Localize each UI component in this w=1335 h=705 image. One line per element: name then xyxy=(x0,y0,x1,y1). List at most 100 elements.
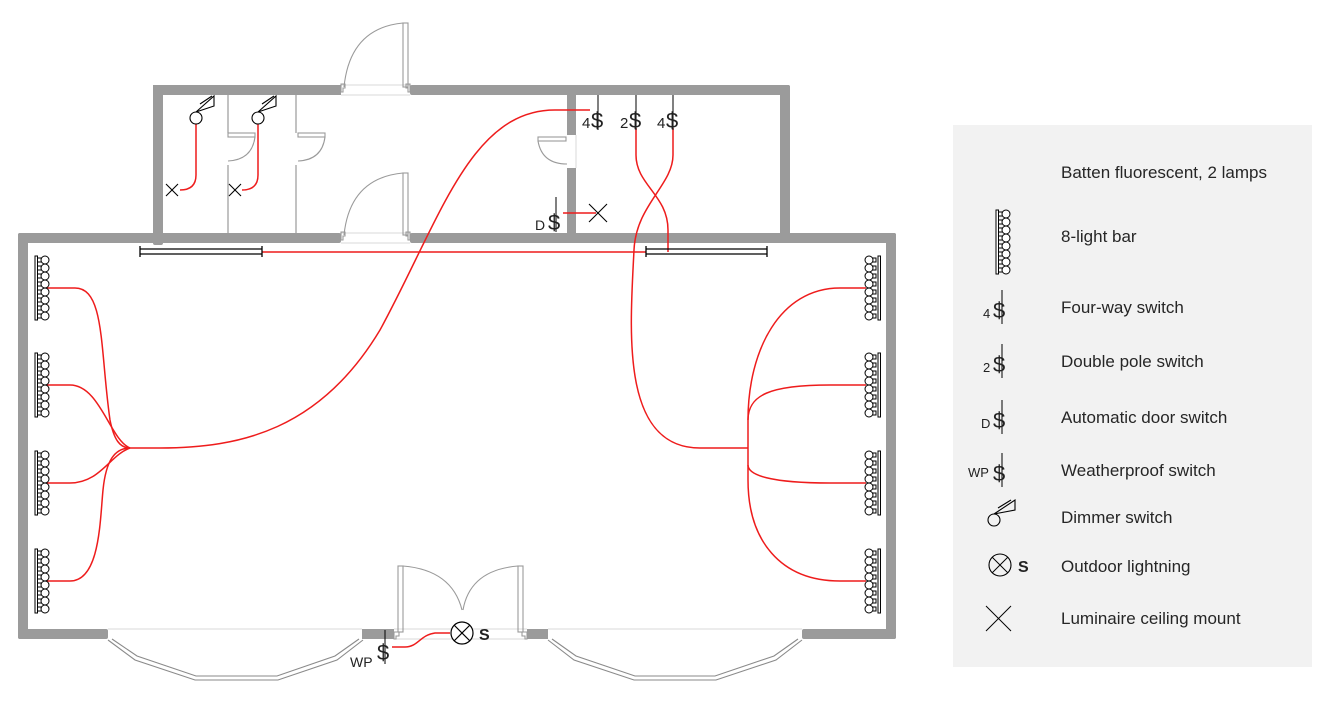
switch-prefix: WP xyxy=(968,465,989,480)
switch-prefix: 4 xyxy=(983,306,990,321)
wire-left-1 xyxy=(47,287,131,449)
luminaire-ceiling-mount-icon xyxy=(228,183,242,197)
door-annex-top[interactable] xyxy=(340,22,411,93)
legend-item-double-pole: 2 $ Double pole switch xyxy=(953,342,1312,382)
legend-light-bar xyxy=(995,209,1011,275)
door-annex-bottom[interactable] xyxy=(340,172,411,241)
wire-right-2 xyxy=(747,384,866,421)
wire-dimmer-2 xyxy=(241,124,259,191)
wall-annex-left xyxy=(153,85,163,245)
automatic-door-switch-icon: D $ xyxy=(981,400,1005,434)
wire-fourway-left xyxy=(130,109,590,449)
legend-label: Four-way switch xyxy=(1061,298,1184,317)
wire-fourway-right xyxy=(630,128,748,449)
openings xyxy=(108,84,802,640)
weatherproof-switch-icon: WP $ xyxy=(968,453,1005,487)
wall-main-bottom-1 xyxy=(18,629,108,639)
wall-annex-divider-lower xyxy=(567,168,576,238)
batten-fluorescent-icon xyxy=(953,153,1053,193)
legend-label: Luminaire ceiling mount xyxy=(1061,609,1241,628)
wire-dimmer-1 xyxy=(179,124,197,191)
light-bar-icon xyxy=(995,209,1011,275)
wire-left-4 xyxy=(47,447,131,582)
legend-item-four-way: 4 $ Four-way switch xyxy=(953,288,1312,328)
luminaire-ceiling-mount-icon xyxy=(985,605,1012,632)
legend-label: Dimmer switch xyxy=(1061,508,1173,527)
switch-prefix: 4 xyxy=(657,115,665,132)
wall-main-bottom-3 xyxy=(527,629,548,639)
bay-window-left xyxy=(107,638,364,681)
outdoor-s-label: S xyxy=(1018,559,1029,576)
wire-right-1 xyxy=(747,287,866,421)
bay-window-right xyxy=(547,638,803,681)
wire-weatherproof xyxy=(392,632,450,648)
switch-prefix: D xyxy=(981,416,990,431)
switch-prefix: D xyxy=(535,217,545,233)
legend-label: Weatherproof switch xyxy=(1061,461,1216,480)
dollar-icon: $ xyxy=(993,408,1005,433)
wiring xyxy=(47,109,866,648)
wall-annex-top-left xyxy=(153,85,341,95)
light-bars xyxy=(34,255,881,614)
switch-prefix: 4 xyxy=(582,115,590,132)
dollar-icon: $ xyxy=(548,210,560,235)
luminaire-ceiling-mount-icon xyxy=(165,183,179,197)
wall-main-right xyxy=(886,233,896,639)
wire-left-3 xyxy=(47,447,131,484)
legend-item-dimmer: Dimmer switch xyxy=(953,498,1312,538)
legend-label: 8-light bar xyxy=(1061,227,1137,246)
wire-right-4 xyxy=(747,479,866,582)
legend: Batten fluorescent, 2 lamps 8-light bar … xyxy=(953,125,1312,667)
door-entrance-right[interactable] xyxy=(462,565,528,640)
dollar-icon: $ xyxy=(993,298,1005,323)
switch-prefix: WP xyxy=(350,654,373,670)
light-bar-right-3 xyxy=(864,450,881,516)
batten-fluorescent-right xyxy=(645,246,768,257)
switch-prefix: 2 xyxy=(983,360,990,375)
wall-main-top-right xyxy=(410,233,896,243)
wall-main-left xyxy=(18,233,28,639)
switch-prefix: 2 xyxy=(620,115,628,132)
dimmer-switch-icon[interactable] xyxy=(189,94,215,125)
dollar-icon: $ xyxy=(377,640,389,665)
light-bar-left-4 xyxy=(34,548,50,614)
light-bar-left-3 xyxy=(34,450,50,516)
dollar-icon: $ xyxy=(629,108,641,133)
legend-item-outdoor: S Outdoor lightning xyxy=(953,547,1312,587)
floor-plan: 4 $ 2 $ 4 $ D $ WP $ S xyxy=(18,22,896,681)
batten-fluorescent-left xyxy=(139,246,263,257)
four-way-switch-right[interactable]: 4 $ xyxy=(657,95,678,133)
legend-label: Batten fluorescent, 2 lamps xyxy=(1061,163,1268,182)
legend-item-batten: Batten fluorescent, 2 lamps xyxy=(953,153,1312,193)
legend-item-luminaire: Luminaire ceiling mount xyxy=(953,599,1312,639)
wall-main-bottom-4 xyxy=(802,629,896,639)
door-stall-2[interactable] xyxy=(297,132,326,162)
legend-item-light-bar: 8-light bar xyxy=(953,209,1312,275)
bay-windows xyxy=(107,638,803,681)
legend-label: Outdoor lightning xyxy=(1061,557,1191,576)
dimmer-switch-icon xyxy=(987,498,1016,527)
outdoor-lighting-icon: S xyxy=(988,553,1029,577)
walls xyxy=(18,85,896,639)
double-pole-switch[interactable]: 2 $ xyxy=(620,95,641,133)
doors xyxy=(227,22,568,640)
double-pole-switch-icon: 2 $ xyxy=(983,344,1005,378)
legend-item-automatic-door: D $ Automatic door switch xyxy=(953,398,1312,438)
wall-annex-divider-upper xyxy=(567,95,576,135)
door-divider[interactable] xyxy=(537,136,568,165)
dollar-icon: $ xyxy=(666,108,678,133)
light-bar-right-1 xyxy=(864,255,881,321)
wall-annex-top-right xyxy=(410,85,790,95)
light-bar-left-1 xyxy=(34,255,50,321)
legend-item-weatherproof: WP $ Weatherproof switch xyxy=(953,451,1312,491)
dimmer-switch-icon[interactable] xyxy=(251,94,277,125)
wire-right-3 xyxy=(747,464,866,484)
door-stall-1[interactable] xyxy=(227,132,256,162)
dollar-icon: $ xyxy=(591,108,603,133)
automatic-door-switch[interactable]: D $ xyxy=(535,197,560,235)
four-way-switch-left[interactable]: 4 $ xyxy=(582,95,603,133)
light-bar-right-2 xyxy=(864,352,881,418)
dollar-icon: $ xyxy=(993,352,1005,377)
outdoor-lighting[interactable]: S xyxy=(450,621,490,645)
outdoor-s-label: S xyxy=(479,627,490,644)
